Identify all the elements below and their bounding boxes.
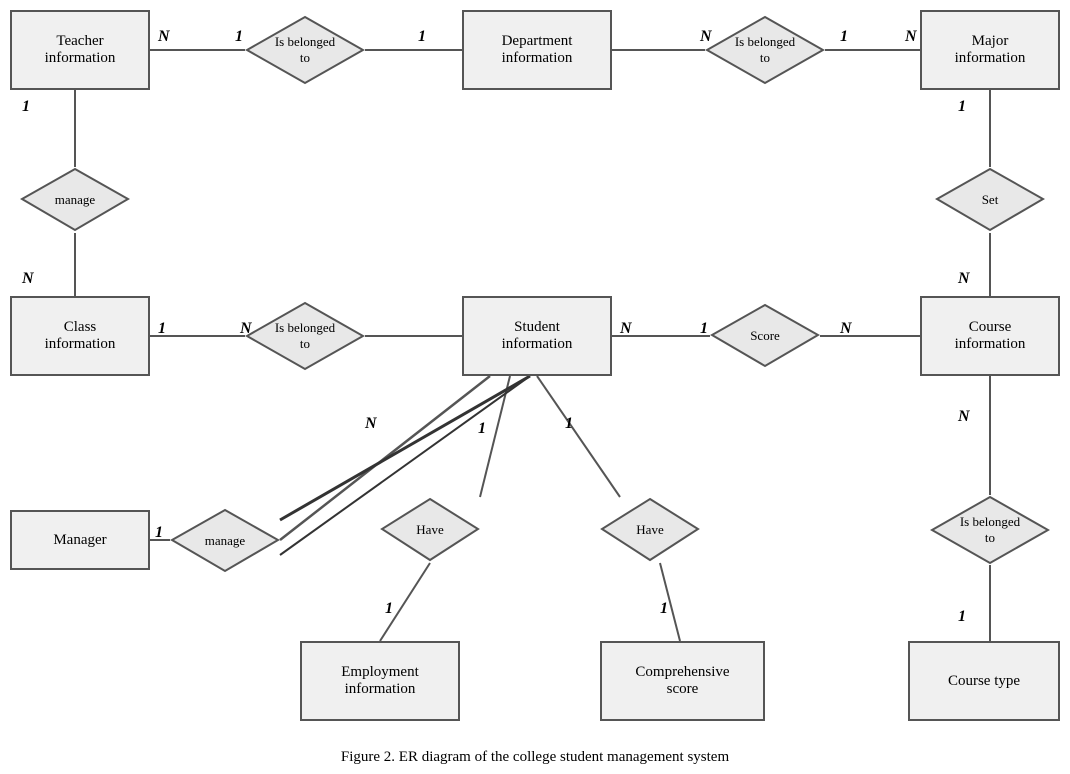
entity-manager-label: Manager: [53, 532, 106, 549]
card-have-comp-1c: 1: [660, 600, 668, 618]
diamond-score-label: Score: [750, 328, 780, 344]
card-score-1: 1: [700, 320, 708, 338]
card-major-v1: 1: [958, 98, 966, 116]
diamond-manage-top-label: manage: [55, 192, 95, 208]
entity-teacher-label: Teacher information: [45, 33, 116, 67]
diamond-dept-major: Is belongedto: [705, 15, 825, 85]
entity-employment-label: Employment information: [341, 664, 419, 698]
diamond-course-type-label: Is belongedto: [960, 514, 1020, 545]
diamond-set: Set: [935, 167, 1045, 232]
entity-teacher: Teacher information: [10, 10, 150, 90]
diamond-manage-bottom: manage: [170, 508, 280, 573]
card-class-1: 1: [158, 320, 166, 338]
card-class-n: N: [240, 320, 252, 338]
entity-student-label: Student information: [502, 319, 573, 353]
diamond-class-student-label: Is belongedto: [275, 320, 335, 351]
card-manage-n: N: [365, 415, 377, 433]
card-course-v1: 1: [958, 608, 966, 626]
caption-text: Figure 2. ER diagram of the college stud…: [341, 749, 729, 765]
diamond-manage-bottom-label: manage: [205, 533, 245, 549]
entity-major: Major information: [920, 10, 1060, 90]
entity-department: Department information: [462, 10, 612, 90]
diamond-dept-major-label: Is belongedto: [735, 34, 795, 65]
diamond-have-comp-label: Have: [636, 522, 663, 538]
entity-department-label: Department information: [502, 33, 573, 67]
entity-comprehensive: Comprehensive score: [600, 641, 765, 721]
card-major-vn: N: [958, 270, 970, 288]
diamond-have-emp: Have: [380, 497, 480, 562]
card-teacher-v1: 1: [22, 98, 30, 116]
card-have-comp-1s: 1: [565, 415, 573, 433]
card-dept-n: N: [700, 28, 712, 46]
diamond-course-type: Is belongedto: [930, 495, 1050, 565]
diamond-have-emp-label: Have: [416, 522, 443, 538]
diamond-teacher-dept: Is belongedto: [245, 15, 365, 85]
entity-employment: Employment information: [300, 641, 460, 721]
card-teacher-n: N: [158, 28, 170, 46]
card-teacher-1: 1: [235, 28, 243, 46]
card-have-emp-1e: 1: [385, 600, 393, 618]
card-have-emp-1s: 1: [478, 420, 486, 438]
entity-class-label: Class information: [45, 319, 116, 353]
entity-course-label: Course information: [955, 319, 1026, 353]
entity-comprehensive-label: Comprehensive score: [635, 664, 729, 698]
card-course-vn: N: [958, 408, 970, 426]
diamond-manage-top: manage: [20, 167, 130, 232]
card-student-n: N: [620, 320, 632, 338]
card-dept-1: 1: [418, 28, 426, 46]
diamond-set-label: Set: [982, 192, 999, 208]
diamond-score: Score: [710, 303, 820, 368]
card-manager-1: 1: [155, 524, 163, 542]
diagram-caption: Figure 2. ER diagram of the college stud…: [0, 741, 1070, 774]
entity-student: Student information: [462, 296, 612, 376]
entity-course: Course information: [920, 296, 1060, 376]
diamond-class-student: Is belongedto: [245, 301, 365, 371]
diamond-teacher-dept-label: Is belongedto: [275, 34, 335, 65]
entity-manager: Manager: [10, 510, 150, 570]
card-course-n: N: [840, 320, 852, 338]
entity-class: Class information: [10, 296, 150, 376]
entity-coursetype: Course type: [908, 641, 1060, 721]
er-diagram: Teacher information Department informati…: [0, 0, 1070, 740]
card-teacher-vn: N: [22, 270, 34, 288]
entity-major-label: Major information: [955, 33, 1026, 67]
card-major-n: N: [905, 28, 917, 46]
diamond-have-comp: Have: [600, 497, 700, 562]
card-major-1: 1: [840, 28, 848, 46]
entity-coursetype-label: Course type: [948, 673, 1020, 690]
